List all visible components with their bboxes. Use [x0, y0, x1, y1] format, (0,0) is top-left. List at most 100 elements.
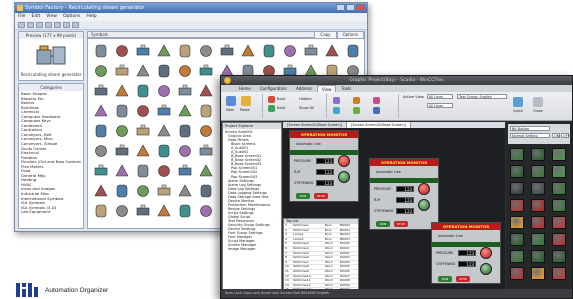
indicator-lamp-icon[interactable]	[510, 216, 524, 229]
stop-lamp-icon[interactable]	[338, 155, 350, 167]
help-icon[interactable]	[72, 22, 79, 28]
pump-symbol-icon[interactable]	[157, 83, 171, 97]
doc-tab-1[interactable]: [Screen Screen01(Base Screen)]	[283, 122, 347, 128]
indicator-lamp-icon[interactable]	[552, 148, 566, 161]
pump-symbol-icon[interactable]	[136, 63, 150, 77]
cylinder-symbol-icon[interactable]	[157, 183, 171, 197]
valve-symbol-icon[interactable]	[178, 83, 192, 97]
gear-symbol-icon[interactable]	[115, 123, 129, 137]
duct-symbol-icon[interactable]	[346, 43, 360, 58]
ribbon-tab-address[interactable]: Address	[292, 85, 316, 92]
cylinder-symbol-icon[interactable]	[136, 163, 150, 178]
cylinder-symbol-icon[interactable]	[115, 143, 129, 157]
doc-tab-2[interactable]: [Screen Screen02(Base Screen)]	[347, 122, 411, 128]
indicator-lamp-icon[interactable]	[552, 199, 566, 212]
heater-symbol-icon[interactable]	[115, 183, 129, 198]
hopper-symbol-icon[interactable]	[94, 183, 108, 197]
heater-symbol-icon[interactable]	[94, 163, 108, 177]
tank-symbol-icon[interactable]	[199, 143, 213, 157]
ribbon-tab-tools[interactable]: Tools	[337, 85, 355, 92]
gear-symbol-icon[interactable]	[136, 143, 150, 157]
indicator-lamp-icon[interactable]	[531, 148, 545, 161]
stop-button[interactable]: STOP	[394, 221, 408, 227]
pipe-symbol-icon[interactable]	[178, 43, 192, 58]
indicator-lamp-icon[interactable]	[531, 182, 545, 195]
conveyor-symbol-icon[interactable]	[199, 163, 213, 177]
gear-symbol-icon[interactable]	[94, 103, 108, 117]
indicator-lamp-icon[interactable]	[552, 267, 566, 280]
operation-monitor-window[interactable]: OPERATION MONITOR Automatic Line PRESSURE 1…	[289, 130, 359, 202]
duct-symbol-icon[interactable]	[115, 103, 129, 118]
align-icon[interactable]	[353, 97, 360, 104]
copy-icon[interactable]	[45, 22, 52, 28]
pipe-symbol-icon[interactable]	[199, 63, 213, 77]
fan-symbol-icon[interactable]	[220, 43, 234, 57]
tank-symbol-icon[interactable]	[157, 103, 171, 117]
run-lamp-icon[interactable]	[480, 263, 492, 275]
size-icon[interactable]	[373, 107, 380, 114]
pump-symbol-icon[interactable]	[115, 43, 129, 57]
off-option[interactable]: OFF	[561, 133, 570, 138]
stop-lamp-icon[interactable]	[418, 183, 430, 195]
paste-icon[interactable]	[241, 96, 251, 106]
bold-icon[interactable]	[268, 96, 275, 103]
on-option[interactable]: ON	[552, 133, 560, 138]
fan-symbol-icon[interactable]	[94, 203, 108, 218]
filter-symbol-icon[interactable]	[94, 143, 108, 157]
tank-symbol-icon[interactable]	[115, 63, 129, 77]
paste-icon[interactable]	[54, 22, 61, 28]
tank-symbol-icon[interactable]	[178, 123, 192, 138]
hopper-symbol-icon[interactable]	[241, 43, 255, 57]
group-icon[interactable]	[373, 97, 380, 104]
app-orb-icon[interactable]	[224, 77, 231, 84]
conveyor-symbol-icon[interactable]	[157, 123, 171, 137]
minimize-icon[interactable]	[336, 4, 345, 11]
run-button[interactable]: RUN	[296, 193, 310, 199]
pump-symbol-icon[interactable]	[199, 123, 213, 137]
italic-icon[interactable]	[268, 105, 275, 112]
indicator-lamp-icon[interactable]	[510, 250, 524, 263]
valve-symbol-icon[interactable]	[199, 103, 213, 118]
indicator-lamp-icon[interactable]	[510, 267, 524, 280]
indicator-lamp-icon[interactable]	[531, 216, 545, 229]
indicator-lamp-icon[interactable]	[552, 165, 566, 178]
stop-button[interactable]: STOP	[314, 193, 328, 199]
boiler-symbol-icon[interactable]	[199, 43, 213, 57]
hopper-symbol-icon[interactable]	[115, 203, 129, 217]
indicator-lamp-icon[interactable]	[531, 233, 545, 246]
cylinder-symbol-icon[interactable]	[178, 203, 192, 218]
operation-monitor-window[interactable]: OPERATION MONITOR Automatic Line PRESSURE 1…	[431, 222, 501, 284]
indicator-lamp-icon[interactable]	[531, 250, 545, 263]
pump-symbol-icon[interactable]	[178, 103, 192, 117]
setting-select[interactable]: Normal Setting	[510, 133, 550, 138]
filter-symbol-icon[interactable]	[283, 43, 297, 57]
indicator-lamp-icon[interactable]	[552, 216, 566, 229]
motor-symbol-icon[interactable]	[157, 43, 171, 57]
indicator-lamp-icon[interactable]	[552, 250, 566, 263]
conveyor-symbol-icon[interactable]	[136, 103, 150, 117]
cylinder-symbol-icon[interactable]	[304, 43, 318, 57]
heater-symbol-icon[interactable]	[262, 43, 276, 58]
indicator-lamp-icon[interactable]	[531, 267, 545, 280]
valve-symbol-icon[interactable]	[157, 63, 171, 78]
order-icon[interactable]	[353, 107, 360, 114]
menu-view[interactable]: View	[46, 13, 57, 21]
run-lamp-icon[interactable]	[418, 199, 430, 211]
gear-symbol-icon[interactable]	[157, 163, 171, 177]
new-icon[interactable]	[18, 22, 25, 28]
run-button[interactable]: RUN	[438, 276, 452, 282]
active-view-select[interactable]: All Lines	[427, 94, 453, 99]
run-lamp-icon[interactable]	[338, 171, 350, 183]
conveyor-symbol-icon[interactable]	[94, 63, 108, 77]
duct-symbol-icon[interactable]	[199, 183, 213, 198]
show-all-label[interactable]: Show All	[299, 106, 314, 110]
motor-symbol-icon[interactable]	[178, 63, 192, 77]
new-icon[interactable]	[226, 96, 236, 106]
run-button[interactable]: RUN	[376, 221, 390, 227]
heater-symbol-icon[interactable]	[136, 203, 150, 217]
indicator-lamp-icon[interactable]	[531, 199, 545, 212]
language-select[interactable]: Text Group: English	[457, 94, 507, 99]
ribbon-tab-configuration[interactable]: Configuration	[256, 85, 291, 92]
indicator-lamp-icon[interactable]	[552, 233, 566, 246]
gear-symbol-icon[interactable]	[325, 43, 339, 57]
